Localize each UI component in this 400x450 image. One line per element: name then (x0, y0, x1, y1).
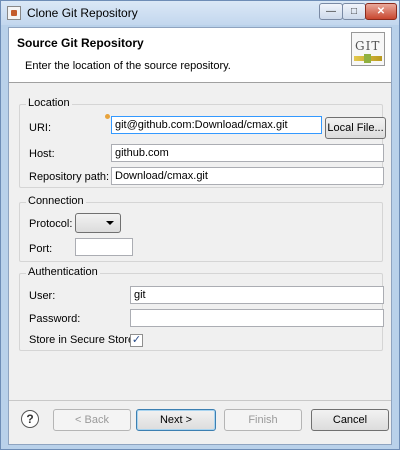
password-label: Password: (29, 313, 81, 325)
secure-store-checkbox[interactable]: ✓ (130, 334, 143, 347)
user-input[interactable] (130, 286, 384, 304)
content-assist-marker-icon (105, 114, 110, 119)
dialog-window: Clone Git Repository — □ ✕ Source Git Re… (0, 0, 400, 450)
window-title: Clone Git Repository (27, 6, 138, 20)
host-input[interactable] (111, 144, 384, 162)
cancel-button[interactable]: Cancel (311, 409, 389, 431)
authentication-group-title: Authentication (26, 266, 100, 278)
repository-path-label: Repository path: (29, 171, 110, 183)
user-label: User: (29, 290, 56, 302)
local-file-button[interactable]: Local File... (325, 117, 386, 139)
connection-group-title: Connection (26, 195, 86, 207)
close-button[interactable]: ✕ (365, 3, 397, 20)
protocol-label: Protocol: (29, 218, 73, 230)
back-button[interactable]: < Back (53, 409, 131, 431)
git-logo-icon: GIT (351, 32, 385, 66)
port-input[interactable] (75, 238, 133, 256)
host-label: Host: (29, 148, 55, 160)
port-label: Port: (29, 243, 53, 255)
connection-group: Connection (19, 195, 383, 262)
app-icon (7, 6, 21, 20)
page-title: Source Git Repository (17, 36, 144, 50)
repository-path-input[interactable] (111, 167, 384, 185)
uri-label: URI: (29, 122, 51, 134)
footer-divider (9, 400, 391, 401)
uri-input[interactable] (111, 116, 322, 134)
finish-button[interactable]: Finish (224, 409, 302, 431)
secure-store-label: Store in Secure Store (29, 334, 135, 346)
wizard-header: Source Git Repository Enter the location… (9, 28, 391, 83)
location-group-title: Location (26, 97, 72, 109)
chevron-down-icon (106, 221, 114, 225)
title-bar[interactable]: Clone Git Repository — □ ✕ (1, 1, 399, 25)
page-description: Enter the location of the source reposit… (25, 60, 231, 72)
protocol-select[interactable] (75, 213, 121, 233)
dialog-content: Source Git Repository Enter the location… (8, 27, 392, 445)
next-button[interactable]: Next > (136, 409, 216, 431)
password-input[interactable] (130, 309, 384, 327)
minimize-button[interactable]: — (319, 3, 343, 20)
git-logo-dot (364, 54, 371, 63)
help-icon[interactable]: ? (21, 410, 39, 428)
maximize-button[interactable]: □ (342, 3, 366, 20)
git-logo-text: GIT (355, 39, 381, 53)
